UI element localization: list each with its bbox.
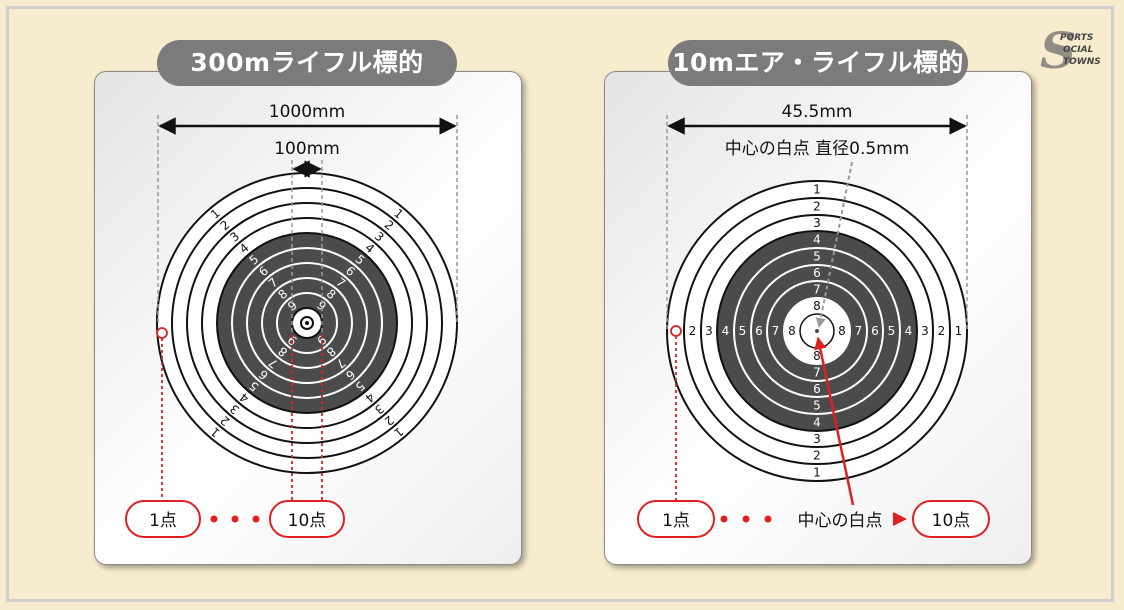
ring-number-label: 4 bbox=[722, 324, 730, 338]
ring-number-label: 5 bbox=[813, 250, 821, 264]
right-width-label: 45.5mm bbox=[782, 102, 853, 122]
ellipsis-dot bbox=[742, 515, 750, 523]
right-center-label: 中心の白点 bbox=[798, 511, 883, 531]
right-outer-ring-marker bbox=[670, 325, 682, 337]
svg-text:PORTS: PORTS bbox=[1060, 33, 1093, 43]
svg-text:TOWNS: TOWNS bbox=[1063, 57, 1101, 67]
ring-number-label: 5 bbox=[813, 399, 821, 413]
ring-number-label: 4 bbox=[905, 324, 913, 338]
ring-number-label: 7 bbox=[772, 324, 780, 338]
ring-number-label: 4 bbox=[813, 233, 821, 247]
ring-number-label: 1 bbox=[813, 466, 821, 480]
ring-number-label: 7 bbox=[813, 366, 821, 380]
ring-number-label: 8 bbox=[788, 324, 796, 338]
svg-text:OCIAL: OCIAL bbox=[1063, 45, 1094, 55]
ellipsis-dot bbox=[764, 515, 772, 523]
ring-number-label: 6 bbox=[813, 266, 821, 280]
ring-number-label: 7 bbox=[855, 324, 863, 338]
sports-social-towns-logo: S PORTS OCIAL TOWNS bbox=[1040, 21, 1101, 80]
right-target: 12345678123456781234567812345678 bbox=[666, 180, 968, 482]
ring-number-label: 6 bbox=[813, 382, 821, 396]
ellipsis-dot bbox=[720, 515, 728, 523]
ring-number-label: 3 bbox=[705, 324, 713, 338]
ring-number-label: 6 bbox=[755, 324, 763, 338]
left-target: 123456789123456789123456789123456789 bbox=[156, 172, 458, 474]
ring-number-label: 5 bbox=[888, 324, 896, 338]
right-center-note: 中心の白点 直径0.5mm bbox=[725, 139, 910, 159]
red-triangle-arrow bbox=[893, 512, 907, 526]
left-target-center-dot bbox=[305, 321, 309, 325]
ring-number-label: 1 bbox=[813, 183, 821, 197]
ring-number-label: 7 bbox=[813, 283, 821, 297]
ring-number-label: 2 bbox=[813, 200, 821, 214]
ellipsis-dot bbox=[231, 515, 239, 523]
ring-number-label: 8 bbox=[813, 299, 821, 313]
ring-number-label: 3 bbox=[813, 432, 821, 446]
right-score-high: 10点 bbox=[932, 511, 971, 531]
diagram-canvas: 123456789123456789123456789123456789 100… bbox=[125, 102, 990, 538]
left-score-low: 1点 bbox=[149, 511, 177, 531]
ring-number-label: 1 bbox=[955, 324, 963, 338]
ring-number-label: 6 bbox=[871, 324, 879, 338]
ring-number-label: 3 bbox=[921, 324, 929, 338]
left-inner-label: 100mm bbox=[274, 139, 340, 159]
ellipsis-dot bbox=[252, 515, 260, 523]
ring-number-label: 2 bbox=[689, 324, 697, 338]
ring-number-label: 2 bbox=[813, 449, 821, 463]
right-score-low: 1点 bbox=[662, 511, 690, 531]
ellipsis-dot bbox=[210, 515, 218, 523]
ring-number-label: 8 bbox=[838, 324, 846, 338]
ring-number-label: 4 bbox=[813, 416, 821, 430]
ring-number-label: 2 bbox=[938, 324, 946, 338]
left-score-high: 10点 bbox=[288, 511, 327, 531]
ring-number-label: 3 bbox=[813, 216, 821, 230]
left-width-label: 1000mm bbox=[269, 102, 345, 122]
ring-number-label: 5 bbox=[739, 324, 747, 338]
left-outer-ring-marker bbox=[156, 327, 168, 339]
right-target-center-dot bbox=[815, 329, 819, 333]
